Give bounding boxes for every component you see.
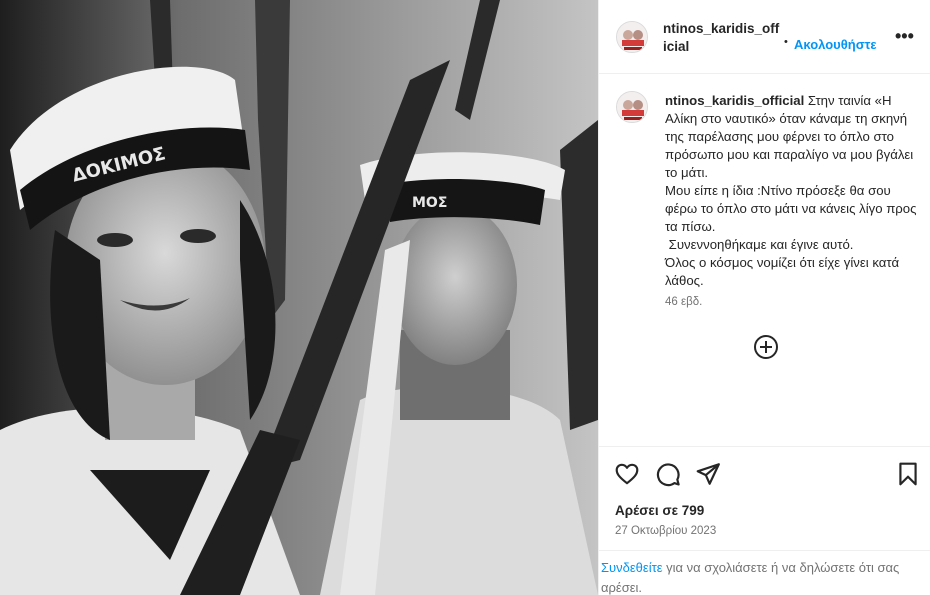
caption-avatar-image-icon xyxy=(617,92,647,122)
caption-username[interactable]: ntinos_karidis_official xyxy=(665,93,804,108)
avatar-image-icon xyxy=(617,22,647,52)
save-button[interactable] xyxy=(895,461,921,487)
post-sidebar: ntinos_karidis_official • Ακολουθήστε ••… xyxy=(598,0,930,595)
comment-button[interactable] xyxy=(655,461,681,487)
post-time-ago[interactable]: 46 εβδ. xyxy=(665,296,702,308)
photo-illustration: ΔΟΚΙΜΟΣ ΜΟΣ xyxy=(0,0,598,595)
login-link[interactable]: Συνδεθείτε xyxy=(601,560,663,575)
caption-area: ntinos_karidis_official Στην ταινία «Η Α… xyxy=(599,75,930,446)
load-more-comments-icon[interactable] xyxy=(754,335,778,359)
share-icon xyxy=(696,463,720,485)
photo-cap-text-right: ΜΟΣ xyxy=(412,195,447,211)
like-icon xyxy=(615,463,639,485)
caption-avatar[interactable] xyxy=(616,91,648,123)
likes-count[interactable]: Αρέσει σε 799 xyxy=(615,503,704,518)
share-button[interactable] xyxy=(695,461,721,487)
post-header: ntinos_karidis_official • Ακολουθήστε ••… xyxy=(599,0,930,74)
post-actions: Αρέσει σε 799 27 Οκτωβρίου 2023 xyxy=(599,446,930,550)
header-separator: • xyxy=(784,36,788,48)
comment-icon xyxy=(656,463,680,487)
header-username[interactable]: ntinos_karidis_official xyxy=(663,20,783,56)
post-photo: ΔΟΚΙΜΟΣ ΜΟΣ xyxy=(0,0,598,595)
save-icon xyxy=(899,462,917,486)
login-prompt: Συνδεθείτε για να σχολιάσετε ή να δηλώσε… xyxy=(599,550,930,595)
more-icon[interactable]: ••• xyxy=(895,26,914,47)
follow-button[interactable]: Ακολουθήστε xyxy=(794,37,877,52)
like-button[interactable] xyxy=(614,461,640,487)
post-date: 27 Οκτωβρίου 2023 xyxy=(615,525,717,537)
post-caption: ntinos_karidis_official Στην ταινία «Η Α… xyxy=(665,92,917,290)
caption-text: Στην ταινία «Η Αλίκη στο ναυτικό» όταν κ… xyxy=(665,93,917,288)
avatar[interactable] xyxy=(616,21,648,53)
